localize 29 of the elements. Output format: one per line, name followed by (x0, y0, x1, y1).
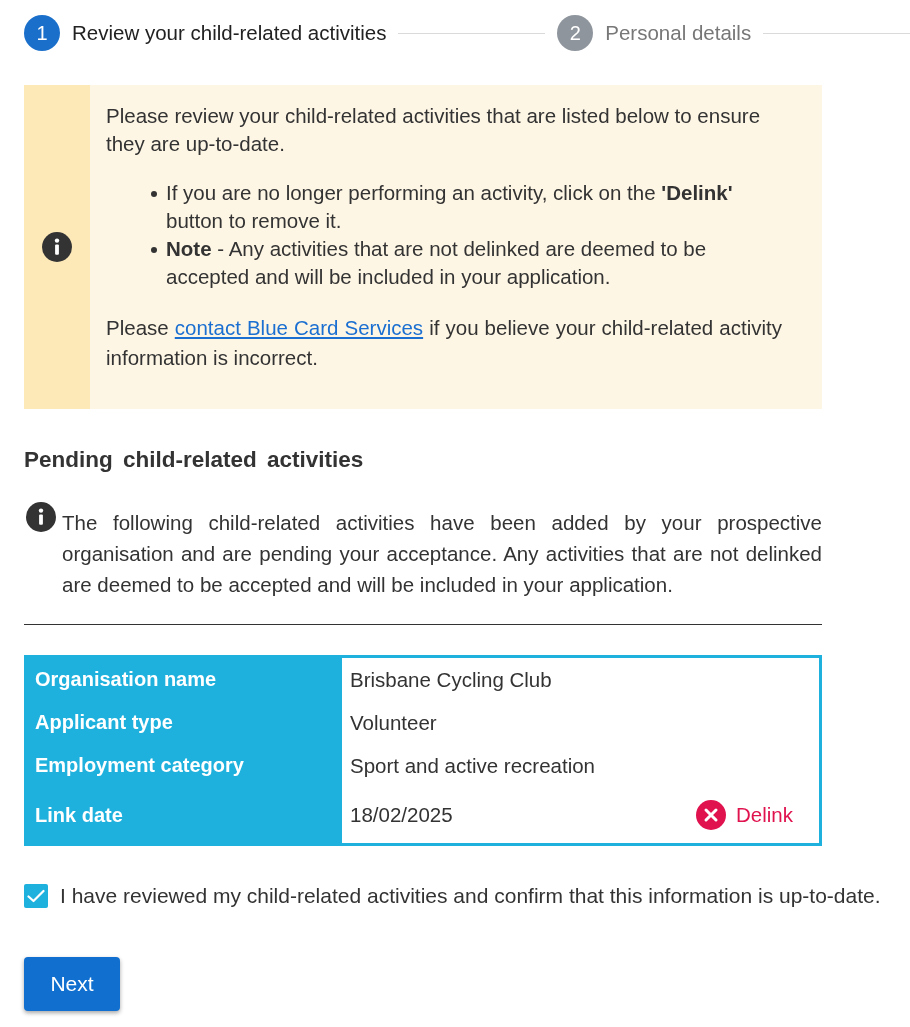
field-label: Link date (34, 803, 123, 827)
checkbox-label: I have reviewed my child-related activities and confirm that this information is up-to-date. (60, 884, 881, 908)
confirm-checkbox[interactable] (24, 884, 48, 908)
contact-link[interactable]: contact Blue Card Services (174, 316, 424, 339)
section-description: The following child-related activities have been added by your prospective organisation and are pending your acceptance. Any activities that are not delinked are deemed to be accepted and will be included in your application. (62, 510, 822, 598)
notice-text: Please contact Blue Card Services if you believe your child-related activity information is incorrect. (106, 315, 782, 371)
field-label: Organisation name (34, 668, 217, 691)
x-circle-icon (696, 800, 727, 830)
step-number: 2 (557, 15, 594, 51)
field-value: Sport and active recreation (350, 753, 595, 778)
bullet-icon (151, 191, 157, 197)
bullet-text: If you are no longer performing an activity, click on the 'Delink' button to remove it. (166, 180, 734, 234)
step-label: Personal details (605, 21, 752, 45)
bullet-icon (151, 247, 157, 253)
field-label: Applicant type (34, 711, 173, 734)
field-value: 18/02/2025 (350, 803, 453, 827)
bullet-text: Note - Any activities that are not delinked are deemed to be accepted and will be included in your application. (166, 236, 708, 290)
field-value: Brisbane Cycling Club (350, 667, 552, 692)
step-number: 1 (24, 15, 60, 51)
step-label: Review your child-related activities (72, 21, 387, 45)
notice-text: Please review your child-related activities that are listed below to ensure they are up-to-date. (106, 103, 762, 157)
info-icon (42, 232, 72, 262)
field-label: Employment category (34, 754, 244, 777)
checkmark-icon (27, 889, 45, 903)
delink-button[interactable]: Delink (696, 800, 793, 830)
field-value: Volunteer (350, 710, 437, 735)
next-button[interactable]: Next (24, 957, 120, 1011)
info-icon (26, 502, 56, 532)
section-heading: Pending child-related activities (24, 446, 365, 474)
